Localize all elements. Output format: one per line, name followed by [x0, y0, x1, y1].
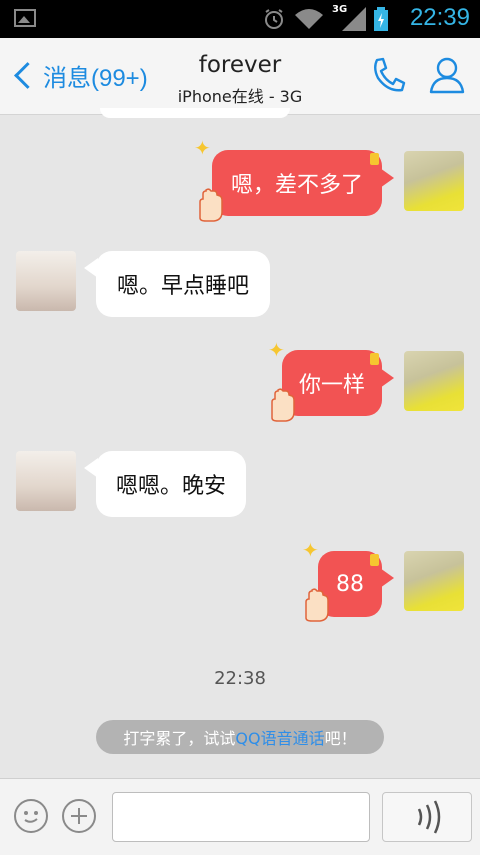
clock: 22:39: [409, 4, 470, 31]
voice-call-tip[interactable]: 打字累了，试试 QQ语音通话 吧！: [96, 720, 384, 754]
bubble-tag-icon: [370, 554, 379, 566]
message-text: 88: [336, 571, 364, 597]
avatar-me[interactable]: [404, 351, 464, 411]
network-label: 3G: [332, 4, 348, 15]
message-bubble[interactable]: 嗯。早点睡吧: [96, 251, 270, 317]
input-bar: [0, 778, 480, 855]
battery-icon: [374, 7, 388, 31]
message-input[interactable]: [112, 792, 370, 842]
signal-icon: 3G: [332, 4, 366, 31]
message-text: 你一样: [298, 373, 365, 398]
sparkle-icon: ✦: [268, 338, 285, 362]
avatar-me[interactable]: [404, 151, 464, 211]
image-icon: [14, 9, 36, 27]
chat-header: 消息(99+) forever iPhone在线 - 3G: [0, 38, 480, 115]
message-text: 嗯，差不多了: [230, 173, 363, 198]
sparkle-icon: ✦: [302, 538, 319, 562]
tip-suffix: 吧！: [324, 729, 357, 748]
bubble-tag-icon: [370, 353, 379, 365]
message-bubble[interactable]: 嗯嗯。晚安: [96, 451, 246, 517]
hand-icon: [199, 188, 223, 222]
message-timestamp: 22:38: [214, 668, 266, 689]
status-bar: 3G 22:39: [0, 0, 480, 38]
message-bubble[interactable]: 嗯，差不多了: [212, 150, 382, 216]
tip-prefix: 打字累了，试试: [123, 729, 236, 748]
profile-icon[interactable]: [428, 56, 466, 94]
voice-button[interactable]: [382, 792, 472, 842]
avatar-me[interactable]: [404, 551, 464, 611]
phone-call-icon[interactable]: [370, 56, 406, 94]
alarm-icon: [265, 9, 283, 29]
hand-icon: [271, 388, 295, 422]
plus-icon[interactable]: [62, 799, 96, 833]
contact-name: forever: [198, 52, 282, 78]
voice-wave-icon: [417, 800, 441, 834]
avatar-contact[interactable]: [16, 451, 76, 511]
bubble-tag-icon: [370, 153, 379, 165]
emoji-icon[interactable]: [14, 799, 48, 833]
message-text: 嗯。早点睡吧: [116, 274, 249, 299]
sparkle-icon: ✦: [194, 136, 211, 160]
message-bubble[interactable]: 你一样: [282, 350, 382, 416]
message-text: 嗯嗯。晚安: [115, 474, 226, 499]
clipped-bubble: [100, 108, 290, 118]
wifi-icon: [295, 9, 323, 29]
voice-call-link[interactable]: QQ语音通话: [235, 725, 324, 749]
contact-status: iPhone在线 - 3G: [177, 87, 303, 106]
avatar-contact[interactable]: [16, 251, 76, 311]
hand-icon: [305, 588, 329, 622]
